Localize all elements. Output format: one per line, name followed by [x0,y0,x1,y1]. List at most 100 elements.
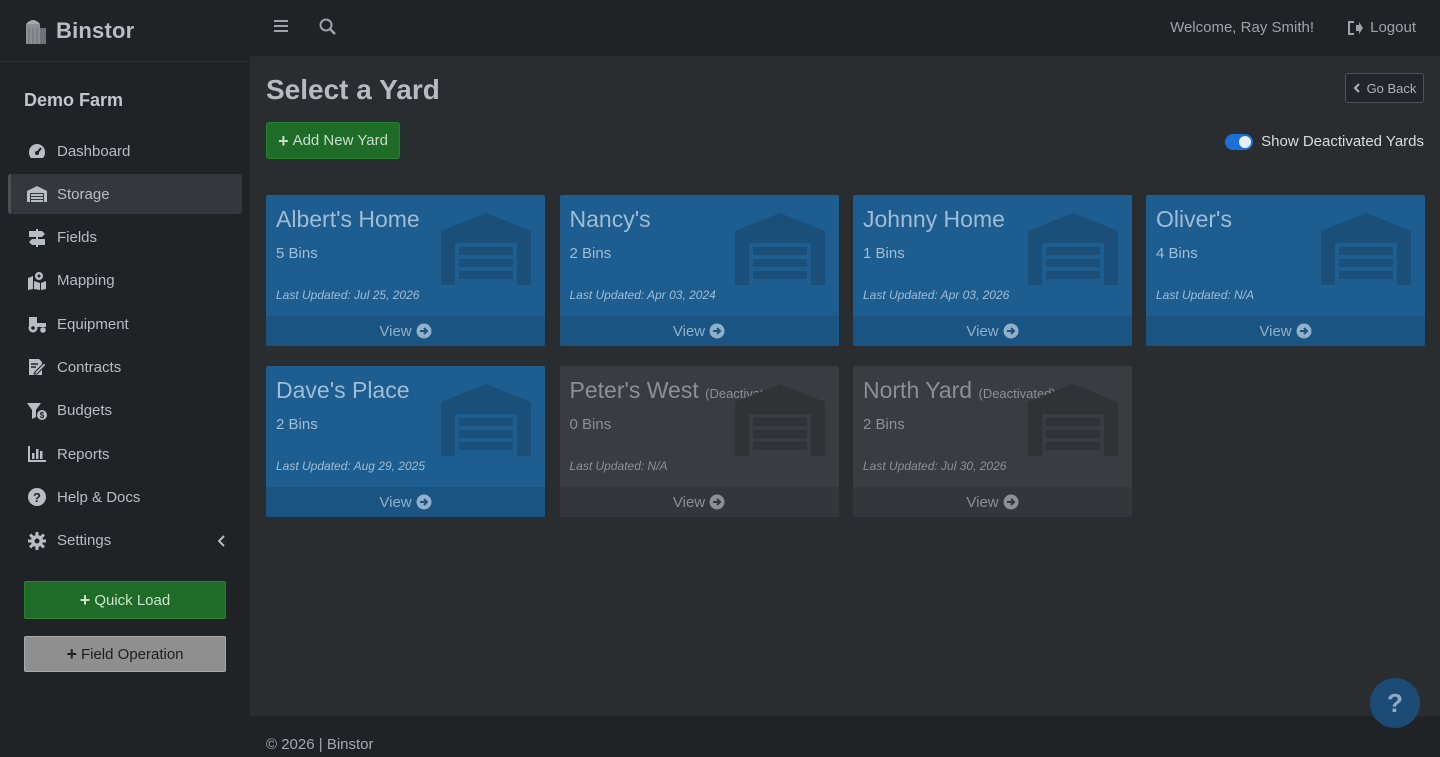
yard-bin-count: 5 Bins [276,245,318,262]
yard-card[interactable]: Peter's West (Deactivated) 0 Bins Last Upd… [559,366,839,517]
sidebar-nav: Dashboard Storage Fields Mapping Equipme… [8,131,242,564]
silo-logo-icon [26,19,46,44]
chevron-left-icon [1353,83,1360,93]
yard-last-updated: Last Updated: N/A [1156,288,1255,302]
yard-view-button[interactable]: View [559,487,839,517]
yard-bin-count: 2 Bins [863,416,905,433]
garage-warehouse-icon [1028,384,1118,461]
arrow-circle-right-icon [416,323,432,339]
question-mark-icon: ? [1387,687,1403,718]
brand[interactable]: Binstor [0,0,250,62]
welcome-text: Welcome, Ray Smith! [1170,19,1314,36]
garage-warehouse-icon [441,384,531,461]
view-label: View [379,322,412,340]
view-label: View [966,322,999,340]
yard-view-button[interactable]: View [853,487,1132,517]
arrow-circle-right-icon [416,494,432,510]
view-label: View [966,493,999,511]
yard-bin-count: 4 Bins [1156,245,1198,262]
plus-icon: + [278,130,289,151]
contract-icon [26,357,48,377]
warehouse-icon [26,184,48,204]
farm-name: Demo Farm [24,90,124,110]
yard-card[interactable]: Johnny Home 1 Bins Last Updated: Apr 03, 2… [853,195,1132,346]
sidebar-item-mapping[interactable]: Mapping [8,261,242,301]
add-new-yard-button[interactable]: + Add New Yard [266,122,400,159]
sidebar-item-label: Equipment [57,315,129,333]
sidebar-item-fields[interactable]: Fields [8,218,242,258]
yard-card-body: Oliver's 4 Bins Last Updated: N/A [1146,195,1425,316]
logout-label: Logout [1370,19,1416,36]
yard-name-text: Dave's Place [276,377,410,403]
yard-card[interactable]: Dave's Place 2 Bins Last Updated: Aug 29, … [266,366,545,517]
go-back-button[interactable]: Go Back [1345,73,1424,103]
sidebar-item-budgets[interactable]: $ Budgets [8,391,242,431]
sidebar-item-reports[interactable]: Reports [8,434,242,474]
footer-copyright: © 2026 | Binstor [266,736,374,753]
search-icon[interactable] [319,18,337,41]
sidebar-item-label: Storage [57,185,110,203]
yard-card-body: Johnny Home 1 Bins Last Updated: Apr 03, 2… [853,195,1132,316]
yard-card[interactable]: North Yard (Deactivated) 2 Bins Last Updat… [853,366,1132,517]
garage-warehouse-icon [1321,213,1411,290]
logout-link[interactable]: Logout [1348,19,1416,36]
yard-last-updated: Last Updated: Jul 30, 2026 [863,459,1007,473]
yard-name: Dave's Place [276,377,410,404]
sidebar-item-settings[interactable]: Settings [8,521,242,561]
map-marker-icon [26,271,48,291]
arrow-circle-right-icon [1003,494,1019,510]
yard-view-button[interactable]: View [266,316,545,346]
sidebar-item-label: Dashboard [57,142,131,160]
garage-warehouse-icon [441,213,531,290]
yard-name: Nancy's [570,206,651,233]
sidebar-item-contracts[interactable]: Contracts [8,347,242,387]
tachometer-icon [26,141,48,161]
arrow-circle-right-icon [709,494,725,510]
yard-view-button[interactable]: View [853,316,1132,346]
yard-name-text: Albert's Home [276,206,420,232]
yard-card[interactable]: Oliver's 4 Bins Last Updated: N/A View [1146,195,1425,346]
show-deactivated-toggle[interactable] [1225,133,1254,150]
svg-text:$: $ [40,411,45,420]
yard-last-updated: Last Updated: Aug 29, 2025 [276,459,426,473]
svg-text:?: ? [33,490,41,505]
view-label: View [379,493,412,511]
yard-view-button[interactable]: View [266,487,545,517]
yard-view-button[interactable]: View [1146,316,1425,346]
yard-name-text: Nancy's [569,206,651,232]
yard-name: Albert's Home [276,206,420,233]
view-label: View [672,322,706,340]
yard-card[interactable]: Albert's Home 5 Bins Last Updated: Jul 25,… [266,195,545,346]
yard-card-body: North Yard (Deactivated) 2 Bins Last Updat… [853,366,1132,487]
tractor-icon [26,314,48,334]
yard-bin-count: 1 Bins [863,245,905,262]
yard-last-updated: Last Updated: N/A [569,459,668,473]
yard-last-updated: Last Updated: Apr 03, 2024 [569,288,716,302]
arrow-circle-right-icon [709,323,725,339]
sidebar-item-label: Reports [57,445,110,463]
yard-last-updated: Last Updated: Jul 25, 2026 [276,288,420,302]
yard-card-body: Peter's West (Deactivated) 0 Bins Last Upd… [560,366,839,487]
yard-card[interactable]: Nancy's 2 Bins Last Updated: Apr 03, 2024 V… [559,195,839,346]
yard-name-text: North Yard [863,377,973,403]
field-operation-button[interactable]: + Field Operation [24,636,226,672]
arrow-circle-right-icon [1296,323,1312,339]
sidebar-item-storage[interactable]: Storage [8,174,242,215]
yard-view-button[interactable]: View [559,316,839,346]
brand-name: Binstor [56,17,135,43]
footer: © 2026 | Binstor [250,716,1440,757]
sidebar-item-label: Budgets [57,402,113,420]
view-label: View [1259,322,1292,340]
chevron-left-icon [217,534,226,551]
sidebar-item-help[interactable]: ? Help & Docs [8,477,242,517]
sidebar-item-label: Contracts [57,358,122,376]
sidebar-item-equipment[interactable]: Equipment [8,304,242,344]
hamburger-menu-icon[interactable] [273,18,289,39]
quick-load-button[interactable]: + Quick Load [24,581,226,619]
sidebar: Binstor Demo Farm Dashboard Storage Fiel… [0,0,250,757]
sidebar-item-dashboard[interactable]: Dashboard [8,131,242,171]
signpost-icon [26,228,48,248]
help-fab-button[interactable]: ? [1370,678,1420,728]
quick-load-label: Quick Load [94,591,171,609]
sidebar-item-label: Settings [57,532,112,550]
